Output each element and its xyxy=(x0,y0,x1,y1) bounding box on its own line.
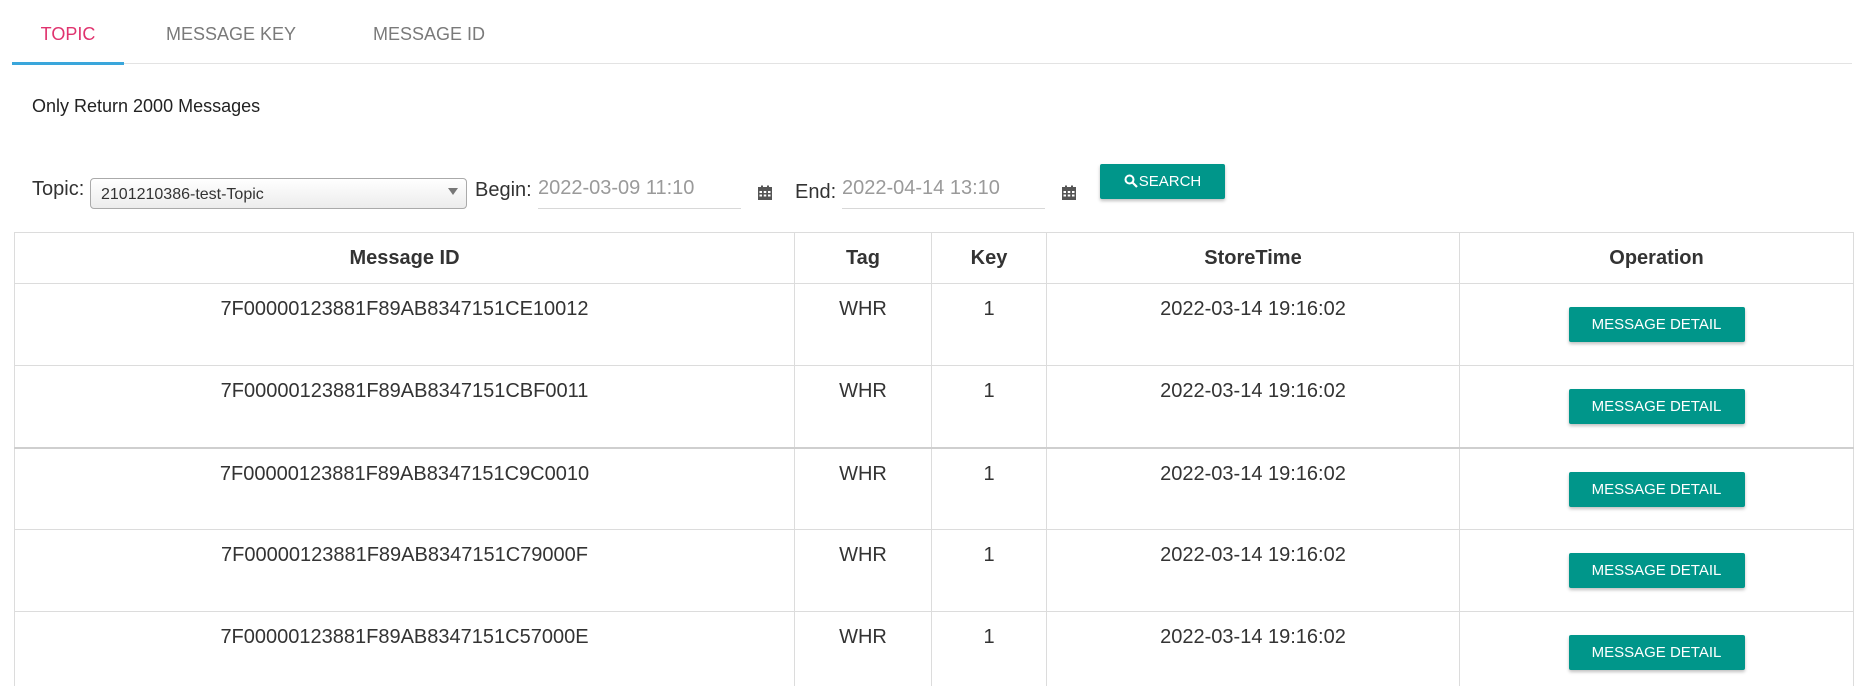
topic-label: Topic: xyxy=(32,178,85,200)
tab-topic[interactable]: TOPIC xyxy=(12,0,124,65)
search-icon xyxy=(1124,174,1138,188)
cell-key: 1 xyxy=(931,283,1047,366)
cell-operation: MESSAGE DETAIL xyxy=(1459,365,1854,448)
cell-tag: WHR xyxy=(794,611,932,686)
message-query-page: TOPIC MESSAGE KEY MESSAGE ID Only Return… xyxy=(0,0,1863,686)
cell-key: 1 xyxy=(931,529,1047,612)
header-store-time: StoreTime xyxy=(1046,232,1460,284)
cell-operation: MESSAGE DETAIL xyxy=(1459,283,1854,366)
cell-message-id: 7F00000123881F89AB8347151C57000E xyxy=(14,611,795,686)
table-row: 7F00000123881F89AB8347151CBF0011 WHR 1 2… xyxy=(14,365,1854,448)
cell-store-time: 2022-03-14 19:16:02 xyxy=(1046,283,1460,366)
cell-operation: MESSAGE DETAIL xyxy=(1459,611,1854,686)
search-button-label: SEARCH xyxy=(1138,173,1202,190)
topic-select-value: 2101210386-test-Topic xyxy=(101,186,264,203)
message-detail-button[interactable]: MESSAGE DETAIL xyxy=(1568,553,1745,588)
cell-tag: WHR xyxy=(794,283,932,366)
cell-message-id: 7F00000123881F89AB8347151CE10012 xyxy=(14,283,795,366)
table-row: 7F00000123881F89AB8347151C9C0010 WHR 1 2… xyxy=(14,446,1854,530)
tab-bar: TOPIC MESSAGE KEY MESSAGE ID xyxy=(12,0,1852,65)
end-date-input[interactable]: 2022-04-14 13:10 xyxy=(842,173,1045,209)
message-table: Message ID Tag Key StoreTime Operation 7… xyxy=(14,232,1854,686)
cell-store-time: 2022-03-14 19:16:02 xyxy=(1046,446,1460,530)
message-detail-button[interactable]: MESSAGE DETAIL xyxy=(1568,307,1745,342)
header-operation: Operation xyxy=(1459,232,1854,284)
cell-key: 1 xyxy=(931,611,1047,686)
message-detail-button[interactable]: MESSAGE DETAIL xyxy=(1568,635,1745,670)
table-row: 7F00000123881F89AB8347151CE10012 WHR 1 2… xyxy=(14,283,1854,366)
cell-key: 1 xyxy=(931,446,1047,530)
tab-message-key[interactable]: MESSAGE KEY xyxy=(144,0,318,64)
message-detail-button[interactable]: MESSAGE DETAIL xyxy=(1568,389,1745,424)
cell-store-time: 2022-03-14 19:16:02 xyxy=(1046,611,1460,686)
message-detail-button[interactable]: MESSAGE DETAIL xyxy=(1568,471,1745,507)
header-key: Key xyxy=(931,232,1047,284)
search-button[interactable]: SEARCH xyxy=(1100,164,1225,199)
cell-operation: MESSAGE DETAIL xyxy=(1459,446,1854,530)
chevron-down-icon xyxy=(448,188,458,195)
header-message-id: Message ID xyxy=(14,232,795,284)
topic-select[interactable]: 2101210386-test-Topic xyxy=(90,178,467,209)
header-tag: Tag xyxy=(794,232,932,284)
begin-label: Begin: xyxy=(475,179,532,201)
table-row: 7F00000123881F89AB8347151C79000F WHR 1 2… xyxy=(14,529,1854,612)
cell-tag: WHR xyxy=(794,365,932,448)
begin-date-input[interactable]: 2022-03-09 11:10 xyxy=(538,173,741,209)
cell-tag: WHR xyxy=(794,446,932,530)
cell-message-id: 7F00000123881F89AB8347151C79000F xyxy=(14,529,795,612)
end-label: End: xyxy=(795,181,837,203)
cell-store-time: 2022-03-14 19:16:02 xyxy=(1046,365,1460,448)
cell-store-time: 2022-03-14 19:16:02 xyxy=(1046,529,1460,612)
tab-message-id[interactable]: MESSAGE ID xyxy=(342,0,516,64)
result-limit-note: Only Return 2000 Messages xyxy=(32,96,261,116)
calendar-icon[interactable] xyxy=(1061,185,1077,201)
cell-operation: MESSAGE DETAIL xyxy=(1459,529,1854,612)
calendar-icon[interactable] xyxy=(757,185,773,201)
cell-key: 1 xyxy=(931,365,1047,448)
cell-message-id: 7F00000123881F89AB8347151CBF0011 xyxy=(14,365,795,448)
table-header-row: Message ID Tag Key StoreTime Operation xyxy=(14,232,1854,284)
cell-tag: WHR xyxy=(794,529,932,612)
table-row: 7F00000123881F89AB8347151C57000E WHR 1 2… xyxy=(14,611,1854,686)
cell-message-id: 7F00000123881F89AB8347151C9C0010 xyxy=(14,446,795,530)
